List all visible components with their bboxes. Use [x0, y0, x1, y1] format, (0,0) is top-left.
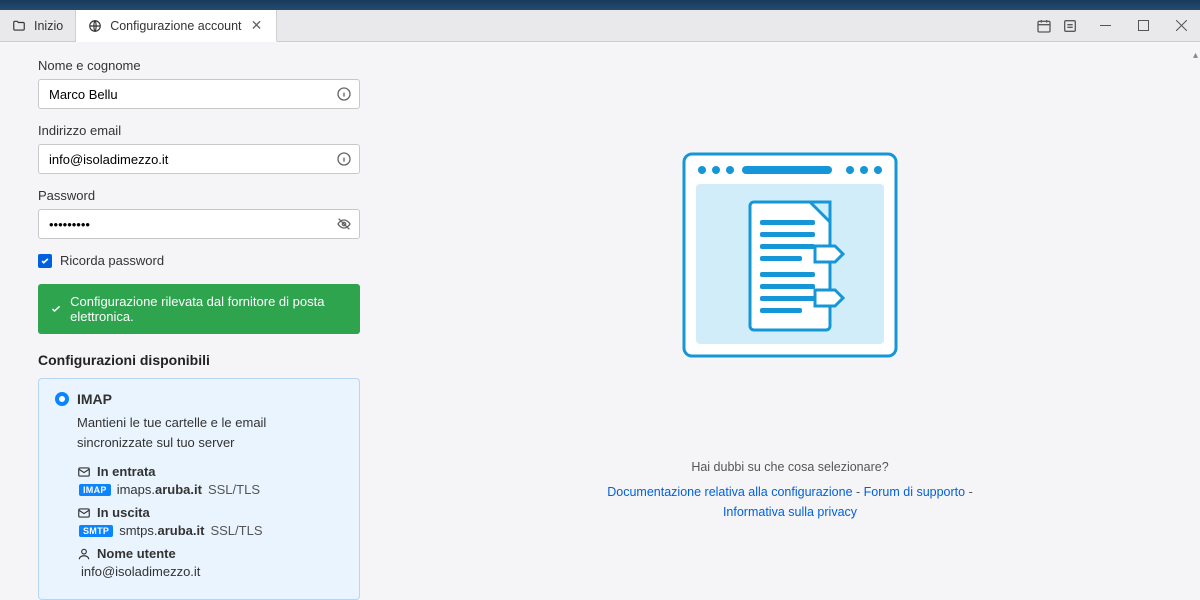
outgoing-tls: SSL/TLS — [210, 523, 262, 538]
outgoing-host: smtps.aruba.it — [119, 523, 204, 538]
email-input[interactable] — [38, 144, 360, 174]
imap-title: IMAP — [77, 391, 112, 407]
email-label: Indirizzo email — [38, 123, 360, 138]
window-titlebar — [0, 0, 1200, 10]
check-icon — [50, 302, 62, 316]
calendar-icon[interactable] — [1036, 18, 1052, 34]
info-icon[interactable] — [336, 151, 352, 167]
user-icon — [77, 547, 91, 561]
send-icon — [77, 506, 91, 520]
illustration-pane: Hai dubbi su che cosa selezionare? Docum… — [380, 42, 1200, 600]
smtp-badge: SMTP — [79, 525, 113, 537]
success-banner: Configurazione rilevata dal fornitore di… — [38, 284, 360, 334]
name-label: Nome e cognome — [38, 58, 360, 73]
incoming-host: imaps.aruba.it — [117, 482, 202, 497]
eye-off-icon[interactable] — [336, 216, 352, 232]
name-input[interactable] — [38, 79, 360, 109]
info-icon[interactable] — [336, 86, 352, 102]
password-label: Password — [38, 188, 360, 203]
close-icon[interactable]: ✕ — [250, 19, 264, 33]
tab-bar: Inizio Configurazione account ✕ — [0, 10, 1200, 42]
incoming-label: In entrata — [97, 464, 156, 479]
tab-home[interactable]: Inizio — [0, 10, 76, 41]
window-close-button[interactable] — [1162, 10, 1200, 42]
banner-text: Configurazione rilevata dal fornitore di… — [70, 294, 348, 324]
window-minimize-button[interactable] — [1086, 10, 1124, 42]
user-value: info@isoladimezzo.it — [81, 564, 200, 579]
document-illustration — [680, 150, 900, 360]
configs-title: Configurazioni disponibili — [38, 352, 360, 368]
imap-desc: Mantieni le tue cartelle e le email sinc… — [77, 413, 343, 452]
tasks-icon[interactable] — [1062, 18, 1078, 34]
globe-icon — [88, 19, 102, 33]
tab-home-label: Inizio — [34, 19, 63, 33]
window-maximize-button[interactable] — [1124, 10, 1162, 42]
help-question: Hai dubbi su che cosa selezionare? — [691, 460, 888, 474]
help-links: Documentazione relativa alla configurazi… — [590, 482, 990, 522]
form-pane: Nome e cognome Indirizzo email Password … — [0, 42, 380, 600]
imap-badge: IMAP — [79, 484, 111, 496]
mail-icon — [77, 465, 91, 479]
check-icon — [40, 256, 50, 266]
tab-config-label: Configurazione account — [110, 19, 241, 33]
help-link-privacy[interactable]: Informativa sulla privacy — [723, 505, 857, 519]
tab-config[interactable]: Configurazione account ✕ — [76, 10, 276, 42]
user-label: Nome utente — [97, 546, 176, 561]
remember-label: Ricorda password — [60, 253, 164, 268]
incoming-tls: SSL/TLS — [208, 482, 260, 497]
folder-icon — [12, 19, 26, 33]
help-link-forum[interactable]: Forum di supporto — [864, 485, 965, 499]
password-input[interactable] — [38, 209, 360, 239]
outgoing-label: In uscita — [97, 505, 150, 520]
imap-radio[interactable] — [55, 392, 69, 406]
remember-checkbox[interactable] — [38, 254, 52, 268]
help-link-docs[interactable]: Documentazione relativa alla configurazi… — [607, 485, 852, 499]
imap-option[interactable]: IMAP Mantieni le tue cartelle e le email… — [38, 378, 360, 600]
